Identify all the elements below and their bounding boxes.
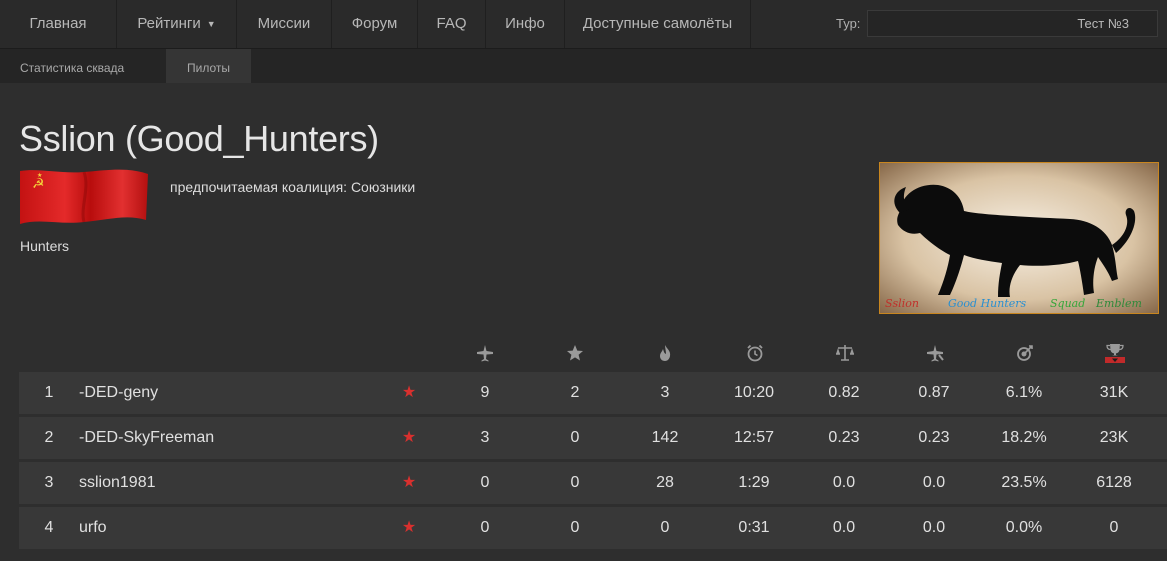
emblem-text-1: Sslion <box>885 297 919 310</box>
cell-value: 0 <box>1109 519 1119 536</box>
table-row[interactable]: 3 sslion1981 ★ 0 0 28 1:29 0.0 0.0 23.5%… <box>19 462 1167 504</box>
tab-squad-stats-label: Статистика сквада <box>20 61 125 75</box>
top-navigation: Главная Рейтинги ▼ Миссии Форум FAQ Инфо … <box>0 0 1167 49</box>
cell-value: 0.23 <box>828 429 860 446</box>
plane-down-icon[interactable] <box>925 343 945 363</box>
plane-icon[interactable] <box>475 343 495 363</box>
pilot-name-link[interactable]: -DED-geny <box>79 372 158 414</box>
row-rank: 4 <box>44 519 54 536</box>
cell-value: 0.0% <box>1005 519 1043 536</box>
cell-value: 6128 <box>1096 474 1132 491</box>
emblem-text-4: Emblem <box>1095 297 1142 310</box>
ussr-flag-image: ☭ ★ <box>20 169 148 224</box>
cell-value: 0:31 <box>738 519 770 536</box>
emblem-text-3: Squad <box>1050 297 1085 310</box>
star-icon[interactable] <box>565 343 585 363</box>
cell-value: 0.23 <box>918 429 950 446</box>
table-row[interactable]: 1 -DED-geny ★ 9 2 3 10:20 0.82 0.87 6.1%… <box>19 372 1167 414</box>
cell-value: 0 <box>570 519 580 536</box>
target-icon[interactable] <box>1015 343 1035 363</box>
star-icon: ★ <box>401 429 417 446</box>
nav-faq[interactable]: FAQ <box>418 0 486 48</box>
cell-value: 1:29 <box>738 474 770 491</box>
cell-value: 23.5% <box>1001 474 1047 491</box>
nav-ratings[interactable]: Рейтинги ▼ <box>117 0 237 48</box>
preferred-coalition: предпочитаемая коалиция: Союзники <box>170 179 416 195</box>
cell-value: 18.2% <box>1001 429 1047 446</box>
trophy-icon[interactable] <box>1105 343 1125 363</box>
cell-value: 0 <box>570 474 580 491</box>
row-rank: 1 <box>44 384 54 401</box>
cell-value: 0.0 <box>832 519 856 536</box>
star-icon: ★ <box>401 519 417 536</box>
cell-value: 9 <box>480 384 490 401</box>
cell-value: 0.0 <box>922 474 946 491</box>
cell-value: 142 <box>651 429 679 446</box>
chevron-down-icon: ▼ <box>206 19 216 29</box>
page-title: Sslion (Good_Hunters) <box>19 118 379 159</box>
scales-icon[interactable] <box>835 343 855 363</box>
sub-navigation: Статистика сквада Пилоты <box>0 49 1167 83</box>
cell-value: 23K <box>1099 429 1129 446</box>
tab-pilots-label: Пилоты <box>187 61 230 75</box>
nav-home[interactable]: Главная <box>0 0 117 48</box>
row-rank: 2 <box>44 429 54 446</box>
nav-ratings-label: Рейтинги <box>137 15 201 32</box>
cell-value: 2 <box>570 384 580 401</box>
table-row[interactable]: 4 urfo ★ 0 0 0 0:31 0.0 0.0 0.0% 0 <box>19 507 1167 549</box>
cell-value: 6.1% <box>1005 384 1043 401</box>
nav-info-label: Инфо <box>505 15 545 32</box>
tour-select-value: Тест №3 <box>1077 16 1129 31</box>
pilot-name-link[interactable]: urfo <box>79 507 107 549</box>
tour-label: Тур: <box>836 16 861 31</box>
cell-value: 0.0 <box>922 519 946 536</box>
cell-value: 0 <box>570 429 580 446</box>
squad-description: Hunters <box>20 238 70 254</box>
nav-missions-label: Миссии <box>257 15 311 32</box>
nav-faq-label: FAQ <box>436 15 467 32</box>
nav-forum-label: Форум <box>351 15 398 32</box>
squad-emblem-image: Sslion Good Hunters Squad Emblem <box>879 162 1159 314</box>
tour-select[interactable]: Тест №3 <box>867 10 1158 37</box>
cell-value: 0.82 <box>828 384 860 401</box>
cell-value: 0 <box>480 474 490 491</box>
emblem-text-2: Good Hunters <box>948 297 1027 310</box>
star-icon: ★ <box>401 474 417 491</box>
nav-home-label: Главная <box>29 15 87 32</box>
pilot-name-link[interactable]: -DED-SkyFreeman <box>79 417 214 459</box>
nav-available-planes-label: Доступные самолёты <box>582 15 733 32</box>
table-row[interactable]: 2 -DED-SkyFreeman ★ 3 0 142 12:57 0.23 0… <box>19 417 1167 459</box>
cell-value: 0 <box>660 519 670 536</box>
fire-icon[interactable] <box>655 343 675 363</box>
tab-pilots[interactable]: Пилоты <box>166 49 251 83</box>
nav-forum[interactable]: Форум <box>332 0 418 48</box>
tab-squad-stats[interactable]: Статистика сквада <box>0 49 166 83</box>
cell-value: 3 <box>660 384 670 401</box>
cell-value: 10:20 <box>733 384 775 401</box>
nav-available-planes[interactable]: Доступные самолёты <box>565 0 751 48</box>
cell-value: 12:57 <box>733 429 775 446</box>
cell-value: 28 <box>656 474 674 491</box>
cell-value: 3 <box>480 429 490 446</box>
star-icon: ★ <box>401 384 417 401</box>
cell-value: 31K <box>1099 384 1129 401</box>
cell-value: 0 <box>480 519 490 536</box>
svg-text:★: ★ <box>37 172 42 179</box>
row-rank: 3 <box>44 474 54 491</box>
clock-icon[interactable] <box>745 343 765 363</box>
cell-value: 0.0 <box>832 474 856 491</box>
nav-missions[interactable]: Миссии <box>237 0 332 48</box>
pilot-name-link[interactable]: sslion1981 <box>79 462 156 504</box>
cell-value: 0.87 <box>918 384 950 401</box>
nav-info[interactable]: Инфо <box>486 0 565 48</box>
